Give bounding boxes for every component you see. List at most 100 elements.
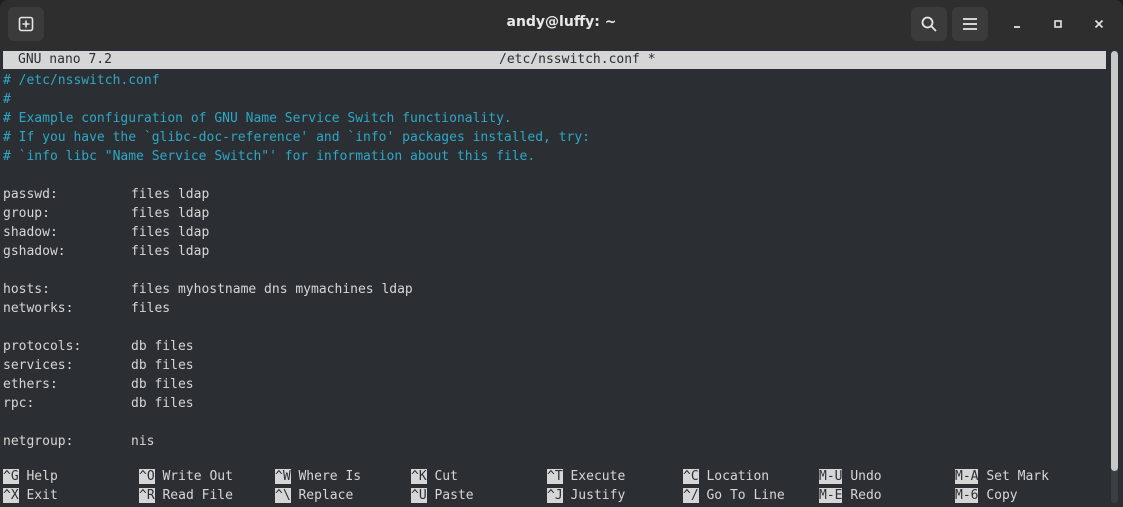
menu-button[interactable] bbox=[952, 7, 988, 41]
close-button[interactable] bbox=[1087, 12, 1111, 36]
shortcut-exit[interactable]: ^X Exit bbox=[3, 486, 58, 505]
shortcut-read-file[interactable]: ^R Read File bbox=[139, 486, 233, 505]
shortcut-key: M-U bbox=[819, 469, 843, 484]
scrollbar[interactable] bbox=[1111, 51, 1118, 503]
shortcut-set-mark[interactable]: M-A Set Mark bbox=[955, 467, 1049, 486]
comment-line: # If you have the `glibc-doc-reference' … bbox=[3, 130, 590, 145]
comment-line: # `info libc "Name Service Switch"' for … bbox=[3, 149, 536, 164]
shortcut-key: ^X bbox=[3, 488, 19, 503]
config-line: ethers: db files bbox=[3, 375, 1103, 394]
config-line: netgroup: nis bbox=[3, 432, 1103, 451]
config-line: passwd: files ldap bbox=[3, 185, 1103, 204]
config-key: ethers: bbox=[3, 377, 58, 392]
shortcut-execute[interactable]: ^T Execute bbox=[547, 467, 625, 486]
shortcut-redo[interactable]: M-E Redo bbox=[819, 486, 882, 505]
shortcut-where-is[interactable]: ^W Where Is bbox=[275, 467, 361, 486]
shortcut-help[interactable]: ^G Help bbox=[3, 467, 58, 486]
shortcut-key: M-E bbox=[819, 488, 843, 503]
shortcut-label: Paste bbox=[434, 488, 474, 503]
shortcut-label: Justify bbox=[570, 488, 626, 503]
config-value: db files bbox=[131, 339, 194, 354]
config-value: files ldap bbox=[131, 187, 210, 202]
shortcut-key: ^W bbox=[275, 469, 291, 484]
shortcut-key: ^C bbox=[683, 469, 699, 484]
shortcut-key: ^R bbox=[139, 488, 155, 503]
editor-content[interactable]: # /etc/nsswitch.conf # # Example configu… bbox=[3, 71, 1103, 451]
titlebar: andy@luffy: ~ bbox=[0, 0, 1123, 47]
shortcut-label: Location bbox=[706, 469, 770, 484]
terminal-area[interactable]: GNU nano 7.2 /etc/nsswitch.conf * # /etc… bbox=[0, 47, 1123, 507]
terminal-window: andy@luffy: ~ GNU nano 7.2 /etc/nsswitch… bbox=[0, 0, 1123, 507]
shortcut-replace[interactable]: ^\ Replace bbox=[275, 486, 353, 505]
config-value: db files bbox=[131, 358, 194, 373]
hamburger-menu-icon bbox=[963, 18, 977, 30]
shortcut-label: Exit bbox=[26, 488, 58, 503]
config-line: hosts: files myhostname dns mymachines ld… bbox=[3, 280, 1103, 299]
shortcut-label: Set Mark bbox=[986, 469, 1049, 484]
shortcut-justify[interactable]: ^J Justify bbox=[547, 486, 625, 505]
shortcut-key: M-6 bbox=[955, 488, 979, 503]
shortcut-paste[interactable]: ^U Paste bbox=[411, 486, 474, 505]
config-value: files ldap bbox=[131, 225, 210, 240]
shortcut-label: Replace bbox=[298, 488, 354, 503]
shortcut-label: Go To Line bbox=[706, 488, 785, 503]
config-line: shadow: files ldap bbox=[3, 223, 1103, 242]
config-value: files ldap bbox=[131, 206, 210, 221]
config-value: files ldap bbox=[131, 244, 210, 259]
shortcut-row: ^X Exit ^R Read File ^\ Replace ^U Paste… bbox=[3, 486, 1103, 505]
config-line: gshadow: files ldap bbox=[3, 242, 1103, 261]
nano-filename: /etc/nsswitch.conf * bbox=[499, 52, 656, 67]
shortcut-label: Cut bbox=[434, 469, 458, 484]
shortcut-go-to-line[interactable]: ^/ Go To Line bbox=[683, 486, 785, 505]
config-value: db files bbox=[131, 396, 194, 411]
shortcut-label: Copy bbox=[986, 488, 1018, 503]
config-key: netgroup: bbox=[3, 434, 74, 449]
shortcut-key: ^O bbox=[139, 469, 155, 484]
search-icon bbox=[921, 16, 937, 32]
shortcut-label: Read File bbox=[162, 488, 233, 503]
config-key: gshadow: bbox=[3, 244, 66, 259]
maximize-button[interactable] bbox=[1046, 12, 1070, 36]
minimize-button[interactable] bbox=[1005, 12, 1029, 36]
config-value: db files bbox=[131, 377, 194, 392]
scrollbar-thumb[interactable] bbox=[1111, 51, 1118, 471]
shortcut-key: ^U bbox=[411, 488, 427, 503]
config-line: networks: files bbox=[3, 299, 1103, 318]
minimize-icon bbox=[1014, 26, 1020, 28]
config-line: group: files ldap bbox=[3, 204, 1103, 223]
config-key: rpc: bbox=[3, 396, 35, 411]
shortcut-key: ^\ bbox=[275, 488, 291, 503]
shortcut-label: Redo bbox=[850, 488, 882, 503]
config-key: networks: bbox=[3, 301, 74, 316]
shortcut-key: ^/ bbox=[683, 488, 699, 503]
shortcut-label: Undo bbox=[850, 469, 882, 484]
maximize-icon bbox=[1054, 20, 1062, 28]
config-value: files myhostname dns mymachines ldap bbox=[131, 282, 413, 297]
shortcut-label: Write Out bbox=[162, 469, 233, 484]
config-key: protocols: bbox=[3, 339, 82, 354]
nano-header-bar: GNU nano 7.2 /etc/nsswitch.conf * bbox=[3, 51, 1106, 69]
shortcut-cut[interactable]: ^K Cut bbox=[411, 467, 458, 486]
shortcut-label: Execute bbox=[570, 469, 626, 484]
config-value: files bbox=[131, 301, 171, 316]
config-key: passwd: bbox=[3, 187, 58, 202]
search-button[interactable] bbox=[911, 7, 947, 41]
nano-version: GNU nano 7.2 bbox=[18, 52, 112, 67]
shortcut-write-out[interactable]: ^O Write Out bbox=[139, 467, 233, 486]
config-key: group: bbox=[3, 206, 50, 221]
config-line: protocols: db files bbox=[3, 337, 1103, 356]
shortcut-location[interactable]: ^C Location bbox=[683, 467, 769, 486]
shortcut-key: ^G bbox=[3, 469, 19, 484]
shortcut-key: ^K bbox=[411, 469, 427, 484]
config-key: services: bbox=[3, 358, 74, 373]
shortcut-key: M-A bbox=[955, 469, 979, 484]
shortcut-undo[interactable]: M-U Undo bbox=[819, 467, 882, 486]
config-key: shadow: bbox=[3, 225, 58, 240]
shortcut-row: ^G Help ^O Write Out ^W Where Is ^K Cut … bbox=[3, 467, 1103, 486]
shortcut-label: Where Is bbox=[298, 469, 362, 484]
shortcut-bar: ^G Help ^O Write Out ^W Where Is ^K Cut … bbox=[3, 467, 1103, 505]
shortcut-copy[interactable]: M-6 Copy bbox=[955, 486, 1018, 505]
